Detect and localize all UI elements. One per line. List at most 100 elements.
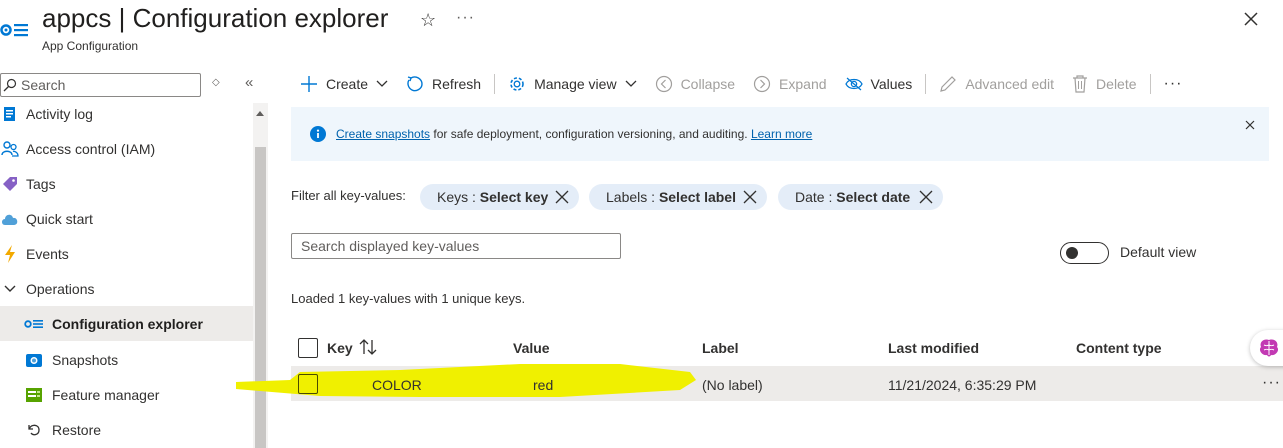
- expand-label: Expand: [779, 76, 827, 92]
- favorite-star-icon[interactable]: ☆: [420, 10, 436, 31]
- row-checkbox[interactable]: [298, 374, 318, 394]
- column-header-label[interactable]: Label: [702, 340, 739, 356]
- refresh-button[interactable]: Refresh: [397, 70, 490, 98]
- sidebar-item-access-control[interactable]: Access control (IAM): [0, 131, 253, 166]
- banner-close-icon[interactable]: [1245, 120, 1255, 130]
- cell-value: red: [533, 377, 554, 393]
- row-more-button[interactable]: ···: [1262, 374, 1281, 392]
- info-icon: [310, 126, 326, 142]
- create-label: Create: [326, 76, 369, 92]
- eye-icon: [844, 77, 863, 91]
- labels-filter-value: Select label: [658, 189, 736, 205]
- table-row[interactable]: [291, 366, 1283, 401]
- sidebar-item-label: Configuration explorer: [52, 315, 203, 332]
- banner-message: for safe deployment, configuration versi…: [430, 127, 751, 141]
- date-filter-pill[interactable]: Date : Select date: [778, 184, 943, 210]
- restore-icon: [24, 420, 44, 440]
- collapse-sidebar-icon[interactable]: «: [245, 74, 253, 91]
- sort-icon[interactable]: [358, 338, 378, 356]
- sidebar-item-label: Events: [26, 245, 69, 262]
- search-icon: [3, 78, 17, 92]
- date-filter-value: Select date: [836, 189, 911, 205]
- sort-updown-icon[interactable]: ◇: [212, 77, 220, 88]
- toolbar-divider: [925, 74, 927, 94]
- expand-icon: [753, 75, 771, 93]
- lightning-icon: [0, 244, 20, 264]
- refresh-icon: [406, 75, 424, 93]
- refresh-label: Refresh: [432, 76, 482, 92]
- sidebar-item-feature-manager[interactable]: Feature manager: [0, 377, 253, 412]
- sidebar-item-label: Snapshots: [52, 351, 119, 368]
- manage-view-button[interactable]: Manage view: [499, 70, 646, 98]
- sidebar-item-label: Operations: [26, 280, 95, 297]
- filter-label: Filter all key-values:: [291, 188, 406, 203]
- loaded-status: Loaded 1 key-values with 1 unique keys.: [291, 291, 526, 306]
- camera-icon: [24, 350, 44, 370]
- sidebar-item-configuration-explorer[interactable]: Configuration explorer: [0, 306, 253, 341]
- toolbar-divider: [494, 74, 496, 94]
- page-subtitle: App Configuration: [42, 39, 139, 53]
- delete-button[interactable]: Delete: [1063, 70, 1145, 98]
- keys-filter-prefix: Keys :: [437, 189, 476, 205]
- scrollbar-thumb[interactable]: [255, 147, 266, 448]
- create-snapshots-link[interactable]: Create snapshots: [336, 127, 430, 141]
- command-bar: Create Refresh Manage view Collapse Expa…: [291, 70, 1192, 98]
- sidebar-item-label: Activity log: [26, 105, 93, 122]
- labels-filter-pill[interactable]: Labels : Select label: [589, 184, 767, 210]
- date-filter-prefix: Date :: [795, 189, 833, 205]
- learn-more-link[interactable]: Learn more: [751, 127, 812, 141]
- app-configuration-icon: [0, 24, 28, 37]
- select-all-checkbox[interactable]: [298, 338, 318, 358]
- key-values-search[interactable]: [291, 233, 621, 259]
- values-button[interactable]: Values: [836, 70, 922, 98]
- chevron-down-icon: [376, 80, 388, 88]
- feature-manager-icon: [24, 385, 44, 405]
- tag-icon: [0, 174, 20, 194]
- key-values-search-input[interactable]: [301, 238, 611, 254]
- column-header-key[interactable]: Key: [327, 340, 353, 356]
- sidebar-item-activity-log[interactable]: Activity log: [0, 97, 253, 131]
- sidebar-search-input[interactable]: [21, 77, 196, 93]
- cloud-icon: [0, 209, 20, 229]
- sidebar-item-restore[interactable]: Restore: [0, 412, 253, 447]
- toggle-knob: [1066, 247, 1078, 259]
- create-button[interactable]: Create: [291, 70, 397, 98]
- sidebar-nav: Activity log Access control (IAM) Tags Q…: [0, 97, 253, 448]
- sidebar-item-label: Feature manager: [52, 386, 160, 403]
- collapse-button[interactable]: Collapse: [646, 70, 744, 98]
- advanced-edit-button[interactable]: Advanced edit: [930, 70, 1063, 98]
- scroll-up-arrow-icon[interactable]: [256, 111, 264, 116]
- expand-button[interactable]: Expand: [744, 70, 835, 98]
- toolbar-more-button[interactable]: ···: [1155, 70, 1192, 98]
- sidebar-item-tags[interactable]: Tags: [0, 166, 253, 201]
- cell-label: (No label): [702, 377, 763, 393]
- sidebar-search[interactable]: [0, 73, 201, 97]
- sidebar-item-snapshots[interactable]: Snapshots: [0, 342, 253, 377]
- default-view-label: Default view: [1120, 244, 1197, 260]
- advanced-edit-label: Advanced edit: [965, 76, 1055, 92]
- header-more-button[interactable]: ···: [456, 9, 475, 27]
- sidebar-item-events[interactable]: Events: [0, 236, 253, 271]
- sidebar-item-quick-start[interactable]: Quick start: [0, 201, 253, 236]
- remove-filter-icon[interactable]: [919, 190, 933, 204]
- keys-filter-pill[interactable]: Keys : Select key: [420, 184, 579, 210]
- remove-filter-icon[interactable]: [743, 190, 757, 204]
- labels-filter-prefix: Labels :: [606, 189, 656, 205]
- sidebar-group-operations[interactable]: Operations: [0, 271, 253, 306]
- manage-view-label: Manage view: [534, 76, 617, 92]
- column-header-content-type[interactable]: Content type: [1076, 340, 1162, 356]
- copilot-button[interactable]: [1250, 330, 1283, 366]
- close-icon[interactable]: [1241, 9, 1261, 29]
- default-view-toggle[interactable]: [1060, 242, 1109, 264]
- banner-text: Create snapshots for safe deployment, co…: [336, 127, 812, 141]
- column-header-last-modified[interactable]: Last modified: [888, 340, 979, 356]
- info-banner: Create snapshots for safe deployment, co…: [291, 107, 1269, 161]
- column-header-value[interactable]: Value: [513, 340, 550, 356]
- remove-filter-icon[interactable]: [555, 190, 569, 204]
- sidebar-scrollbar[interactable]: [253, 103, 268, 448]
- gear-icon: [508, 75, 526, 93]
- page-title: appcs | Configuration explorer: [42, 3, 389, 33]
- chevron-down-icon: [0, 279, 20, 299]
- collapse-icon: [655, 75, 673, 93]
- values-label: Values: [870, 76, 913, 92]
